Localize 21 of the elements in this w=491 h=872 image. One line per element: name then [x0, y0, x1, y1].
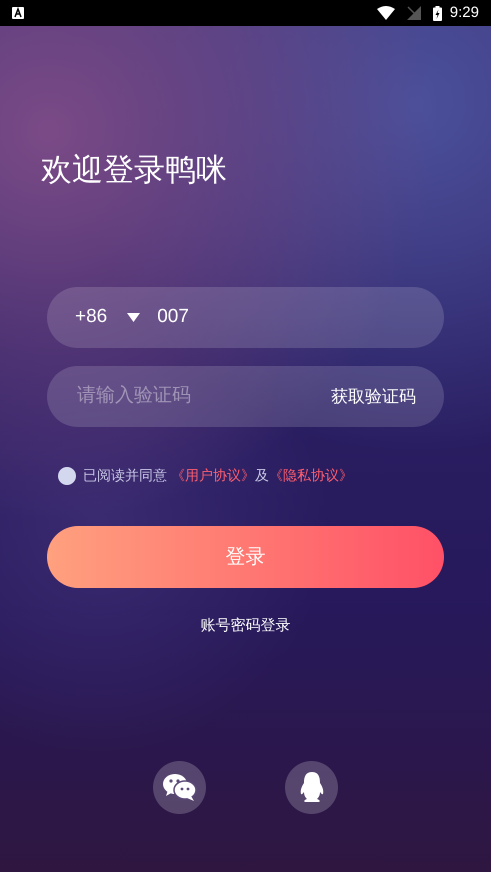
privacy-agreement-link[interactable]: 《隐私协议》: [269, 465, 353, 486]
wechat-icon: [162, 773, 196, 801]
conjunction-text: 及: [255, 466, 269, 485]
password-login-link[interactable]: 账号密码登录: [200, 615, 290, 638]
phone-field[interactable]: +86 007: [47, 287, 444, 348]
penguin-icon: [298, 771, 324, 803]
page-title: 欢迎登录鸭咪: [41, 151, 227, 189]
notification-icon: [12, 7, 24, 19]
country-code[interactable]: +86: [75, 303, 108, 332]
no-signal-icon: [406, 6, 421, 20]
wifi-icon: [376, 6, 395, 20]
code-field[interactable]: 请输入验证码 获取验证码: [47, 366, 444, 427]
battery-icon: [432, 6, 442, 20]
dropdown-icon[interactable]: [127, 313, 140, 322]
status-time: 9:29: [450, 2, 479, 23]
user-agreement-link[interactable]: 《用户协议》: [171, 465, 255, 486]
code-input[interactable]: 请输入验证码: [77, 382, 331, 411]
phone-value: 007: [157, 305, 189, 330]
get-code-button[interactable]: 获取验证码: [331, 384, 416, 410]
agree-checkbox[interactable]: [58, 466, 76, 484]
agreement-text: 已阅读并同意: [83, 466, 167, 485]
